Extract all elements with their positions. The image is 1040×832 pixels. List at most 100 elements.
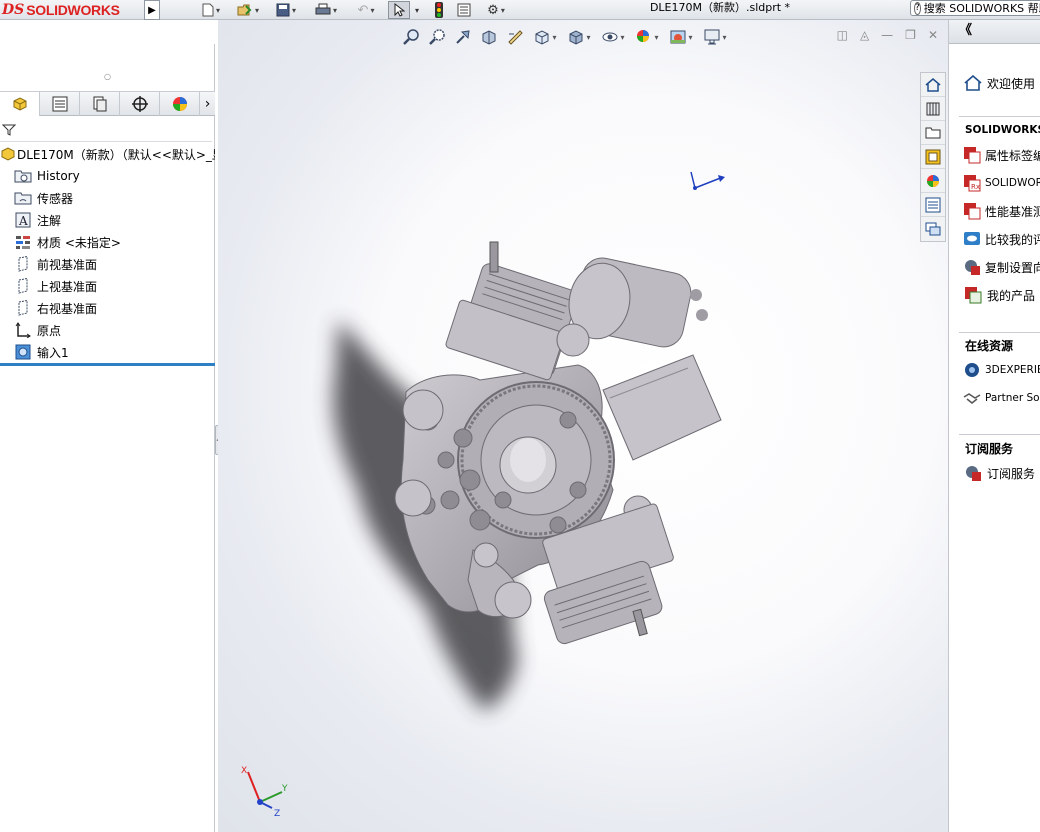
tab-display-manager[interactable]	[160, 92, 200, 116]
new-document-icon[interactable]	[196, 1, 226, 19]
link-3dexperience[interactable]: 3DEXPERIENCE	[963, 359, 1040, 381]
tree-filter[interactable]	[0, 118, 212, 142]
display-manager-icon	[172, 97, 187, 111]
tab-dimxpert-manager[interactable]	[120, 92, 160, 116]
property-manager-icon	[52, 96, 67, 112]
carburetor-box	[602, 354, 722, 461]
annotations-icon: A	[14, 212, 32, 228]
tabs-more-chevron-icon[interactable]: ›	[200, 92, 215, 115]
help-icon[interactable]: ?	[914, 1, 921, 15]
history-folder-icon	[14, 168, 32, 184]
undo-icon[interactable]: ↶	[350, 1, 382, 19]
tree-item-label: 注解	[37, 213, 62, 228]
tool-solidworks-rx[interactable]: Rx SOLIDWORKS Rx	[963, 172, 1040, 194]
tool-label: SOLIDWORKS Rx	[985, 177, 1040, 189]
link-subscription-services[interactable]: 订阅服务	[963, 462, 1040, 484]
task-pane: 《 欢迎使用 SOLIDWORKS 工具 属性标签编制程序 Rx SOLIDWO…	[948, 20, 1040, 832]
subscription-heading: 订阅服务	[965, 442, 1014, 456]
tree-root-part[interactable]: DLE170M（新款）（默认<<默认>_显示状态 1>）	[0, 143, 215, 165]
tab-feature-tree[interactable]	[0, 92, 40, 116]
rollback-bar[interactable]	[0, 363, 215, 366]
file-properties-icon[interactable]	[455, 1, 473, 19]
tree-item-label: 前视基准面	[37, 257, 98, 272]
tree-root-label: DLE170M（新款）（默认<<默认>_显示状态 1>）	[17, 147, 215, 162]
online-label: Partner Solutions	[985, 392, 1040, 404]
tree-item-origin[interactable]: 原点	[0, 319, 215, 341]
online-label: 3DEXPERIENCE	[985, 364, 1040, 376]
tool-compare-score[interactable]: 比较我的评分	[963, 228, 1040, 250]
file-explorer-icon[interactable]	[921, 121, 945, 145]
tree-item-annotations[interactable]: A 注解	[0, 209, 215, 231]
compare-icon	[963, 230, 981, 248]
tool-property-tab-builder[interactable]: 属性标签编制程序	[963, 144, 1040, 166]
tool-label: 我的产品	[987, 288, 1036, 303]
tool-label: 复制设置向导	[985, 260, 1040, 275]
tree-item-front-plane[interactable]: 前视基准面	[0, 253, 215, 275]
benchmark-icon	[963, 202, 981, 220]
link-partner-solutions[interactable]: Partner Solutions	[963, 387, 1040, 409]
tree-item-material[interactable]: 材质 <未指定>	[0, 231, 215, 253]
filter-icon	[2, 124, 16, 136]
tree-item-label: 输入1	[37, 345, 69, 360]
partner-icon	[963, 389, 981, 407]
welcome-link[interactable]: 欢迎使用	[963, 72, 1040, 94]
custom-properties-icon[interactable]	[921, 193, 945, 217]
appearances-scenes-icon[interactable]	[921, 169, 945, 193]
property-tab-icon	[963, 146, 981, 164]
tree-item-label: 传感器	[37, 191, 74, 206]
tab-configuration-manager[interactable]	[80, 92, 120, 116]
svg-text:A: A	[18, 214, 28, 228]
tree-item-sensors[interactable]: 传感器	[0, 187, 215, 209]
material-icon	[14, 234, 32, 250]
triad-y-label: Y	[281, 784, 288, 794]
separator	[959, 116, 1040, 117]
tree-item-right-plane[interactable]: 右视基准面	[0, 297, 215, 319]
select-dropdown-icon[interactable]: ▾	[410, 1, 424, 19]
design-library-icon[interactable]	[921, 97, 945, 121]
tool-my-products[interactable]: 我的产品	[963, 284, 1040, 306]
configuration-manager-icon	[93, 96, 106, 112]
save-icon[interactable]	[270, 1, 302, 19]
tool-copy-settings-wizard[interactable]: 复制设置向导	[963, 256, 1040, 278]
options-icon[interactable]: ⚙	[480, 1, 512, 19]
tree-item-label: 上视基准面	[37, 279, 98, 294]
tree-item-top-plane[interactable]: 上视基准面	[0, 275, 215, 297]
tree-item-history[interactable]: History	[0, 165, 215, 187]
tool-label: 属性标签编制程序	[985, 148, 1040, 163]
solidworks-wordmark: SOLIDWORKS	[26, 2, 120, 18]
triad-x-label: X	[241, 766, 247, 776]
search-placeholder: 搜索 SOLIDWORKS 帮助	[923, 2, 1040, 15]
graphics-area[interactable]: ◫ ◬ — ❐ ✕	[218, 20, 948, 832]
task-pane-collapse-button[interactable]: 《	[949, 20, 1040, 44]
task-pane-tabs	[920, 72, 946, 242]
3dexperience-icon	[963, 361, 981, 379]
tool-label: 比较我的评分	[985, 232, 1040, 247]
separator	[959, 332, 1040, 333]
forum-icon[interactable]	[921, 217, 945, 241]
tree-item-label: 材质 <未指定>	[37, 235, 121, 250]
plane-icon	[14, 278, 32, 294]
task-pane-home-icon[interactable]	[921, 73, 945, 97]
menu-expand-arrow-icon[interactable]: ▶	[144, 0, 160, 20]
tool-label: 性能基准测试	[985, 204, 1040, 219]
tab-property-manager[interactable]	[40, 92, 80, 116]
imported-body-icon	[14, 344, 32, 360]
print-icon[interactable]	[310, 1, 342, 19]
rebuild-icon[interactable]	[430, 1, 448, 19]
home-icon	[963, 74, 983, 92]
view-palette-icon[interactable]	[921, 145, 945, 169]
panel-grip[interactable]: ○	[0, 66, 215, 88]
tool-performance-benchmark[interactable]: 性能基准测试	[963, 200, 1040, 222]
tree-item-label: 原点	[37, 323, 62, 338]
open-icon[interactable]	[232, 1, 264, 19]
main-toolbar: DS SOLIDWORKS ▶ ↶ ▾ ⚙ DLE170M（新款）.sldprt…	[0, 0, 1040, 20]
engine-model[interactable]	[218, 20, 948, 832]
triad-z-label: Z	[274, 809, 280, 819]
solidworks-logo[interactable]: DS SOLIDWORKS	[2, 1, 120, 19]
select-icon[interactable]	[388, 1, 410, 19]
subscription-label: 订阅服务	[987, 466, 1036, 481]
subscription-icon	[963, 464, 983, 482]
tree-item-label: History	[37, 169, 80, 183]
tree-item-imported1[interactable]: 输入1	[0, 341, 215, 363]
search-input[interactable]: ? 搜索 SOLIDWORKS 帮助	[910, 0, 1040, 16]
